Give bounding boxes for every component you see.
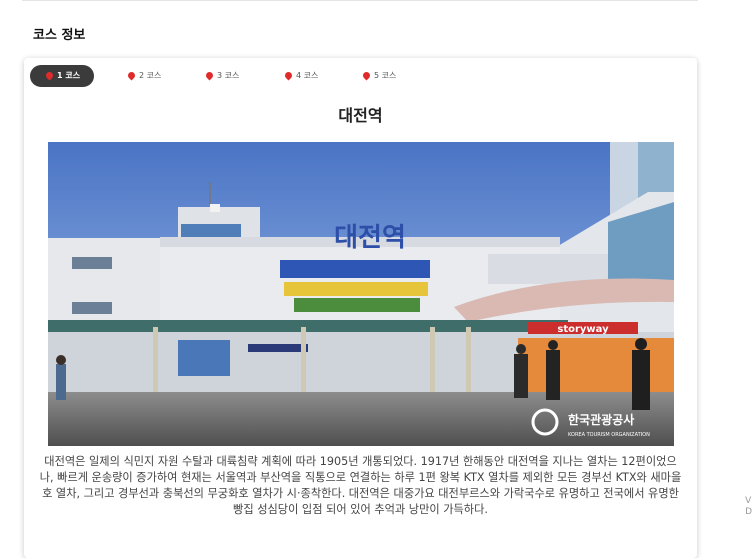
map-pin-icon (126, 70, 137, 81)
tab-label: 1 코스 (57, 71, 81, 80)
tab-course-1[interactable]: 1 코스 (30, 65, 95, 87)
tab-course-5[interactable]: 5 코스 (361, 65, 397, 87)
side-edge-marker: VD (745, 496, 752, 517)
course-card: 1 코스 2 코스 3 코스 4 코스 5 코스 대전역 대전역 storywa… (24, 58, 697, 558)
place-title: 대전역 (338, 106, 383, 125)
map-pin-icon (283, 70, 294, 81)
watermark-en: KOREA TOURISM ORGANIZATION (568, 432, 650, 438)
tab-course-4[interactable]: 4 코스 (283, 65, 319, 87)
tab-course-3[interactable]: 3 코스 (204, 65, 240, 87)
storyway-sign: storyway (557, 324, 609, 335)
place-description: 대전역은 일제의 식민지 자원 수탈과 대륙침략 계획에 따라 1905년 개통… (39, 455, 682, 516)
tab-label: 4 코스 (296, 71, 319, 80)
tab-label: 5 코스 (374, 71, 397, 80)
watermark-ko: 한국관광공사 (568, 412, 634, 427)
station-sign: 대전역 (334, 223, 406, 253)
tab-label: 3 코스 (217, 71, 240, 80)
tab-label: 2 코스 (139, 71, 162, 80)
station-photo: 대전역 storyway 한국관광공사 KOREA TOURISM ORGANI… (48, 142, 674, 446)
map-pin-icon (204, 70, 215, 81)
tab-course-2[interactable]: 2 코스 (126, 65, 162, 87)
map-pin-icon (361, 70, 372, 81)
top-divider (22, 0, 698, 1)
section-title: 코스 정보 (33, 28, 86, 43)
station-photo-illustration: 대전역 storyway 한국관광공사 KOREA TOURISM ORGANI… (48, 142, 674, 446)
map-pin-icon (44, 70, 55, 81)
